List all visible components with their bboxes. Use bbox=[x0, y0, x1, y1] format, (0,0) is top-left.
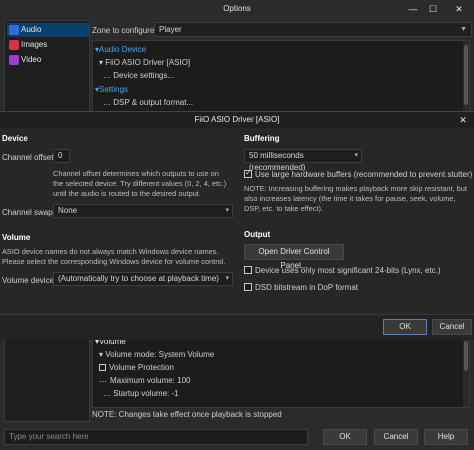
channel-offset-label: Channel offset: bbox=[2, 153, 56, 162]
tree-item-label: Device settings... bbox=[113, 71, 175, 80]
tree-group-audio-device[interactable]: ▾Audio Device bbox=[95, 45, 146, 54]
options-titlebar: Options — ☐ ✕ bbox=[0, 0, 474, 18]
dsd-dop-checkbox[interactable] bbox=[244, 283, 252, 291]
image-icon bbox=[9, 40, 19, 50]
settings-tree-lower: ▾Volume ▾ Volume mode: System Volume Vol… bbox=[92, 338, 470, 408]
maximize-icon[interactable]: ☐ bbox=[422, 0, 444, 18]
cancel-button[interactable]: Cancel bbox=[432, 319, 472, 335]
msb-24bit-checkbox[interactable] bbox=[244, 266, 252, 274]
chevron-down-icon: ▾ bbox=[225, 207, 229, 214]
tree-item-label: Startup volume: -1 bbox=[113, 389, 179, 398]
sidebar-item-label: Video bbox=[21, 55, 42, 64]
cancel-button[interactable]: Cancel bbox=[374, 429, 418, 445]
open-driver-panel-button[interactable]: Open Driver Control Panel... bbox=[244, 244, 344, 270]
tree-line-icon: … bbox=[103, 71, 114, 80]
dialog-title: FiiO ASIO Driver [ASIO] bbox=[194, 115, 280, 124]
tree-line-icon: … bbox=[103, 389, 114, 398]
tree-group-settings[interactable]: ▾Settings bbox=[95, 85, 128, 94]
ok-button[interactable]: OK bbox=[383, 319, 427, 335]
close-icon[interactable]: ✕ bbox=[448, 0, 470, 18]
tree-item-label: Volume mode: System Volume bbox=[105, 350, 215, 359]
output-heading: Output bbox=[244, 230, 271, 239]
sidebar-item-video[interactable]: Video bbox=[7, 53, 89, 67]
chevron-down-icon: ▾ bbox=[225, 275, 229, 282]
channel-offset-input[interactable]: 0 bbox=[53, 149, 70, 163]
asio-settings-dialog: FiiO ASIO Driver [ASIO] ✕ Device Channel… bbox=[0, 111, 474, 340]
tree-scrollbar[interactable] bbox=[463, 41, 469, 115]
options-sidebar-lower bbox=[4, 338, 90, 422]
sidebar-item-label: Audio bbox=[21, 25, 42, 34]
tree-item[interactable]: … DSP & output format... bbox=[103, 98, 193, 107]
volume-device-value: (Automatically try to choose at playback… bbox=[58, 274, 219, 283]
zone-value: Player bbox=[159, 25, 182, 34]
sidebar-item-label: Images bbox=[21, 40, 48, 49]
zone-label: Zone to configure: bbox=[92, 26, 157, 35]
zone-select[interactable]: Player ▼ bbox=[154, 22, 472, 37]
tree-item[interactable]: … Startup volume: -1 bbox=[103, 389, 179, 398]
scrollbar-thumb[interactable] bbox=[464, 45, 468, 105]
tree-line-icon: … bbox=[103, 98, 114, 107]
large-buffers-label: Use large hardware buffers (recommended … bbox=[255, 170, 473, 179]
options-sidebar: Audio Images Video bbox=[4, 20, 90, 116]
dialog-titlebar: FiiO ASIO Driver [ASIO] ✕ bbox=[0, 112, 474, 128]
msb-24bit-label: Device uses only most significant 24-bit… bbox=[255, 266, 441, 275]
tree-item[interactable]: … Device settings... bbox=[103, 71, 174, 80]
help-button[interactable]: Help bbox=[424, 429, 468, 445]
tree-item-label: Volume Protection bbox=[109, 363, 174, 372]
search-input[interactable]: Type your search here bbox=[4, 429, 308, 445]
tree-item[interactable]: ⋯ Maximum volume: 100 bbox=[99, 376, 191, 386]
chevron-down-icon: ▾ bbox=[354, 152, 358, 159]
tree-item[interactable]: ▾ FiiO ASIO Driver [ASIO] bbox=[99, 58, 190, 67]
volume-device-select[interactable]: (Automatically try to choose at playback… bbox=[53, 272, 233, 286]
settings-tree: ▾Audio Device ▾ FiiO ASIO Driver [ASIO] … bbox=[92, 40, 470, 116]
tree-item[interactable]: ▾ Volume mode: System Volume bbox=[99, 350, 214, 359]
tree-item-label: Maximum volume: 100 bbox=[110, 376, 191, 385]
checkbox-icon[interactable] bbox=[99, 364, 106, 371]
buffering-value: 50 milliseconds (recommended) bbox=[249, 151, 306, 172]
checkbox-icon: ⋯ bbox=[99, 377, 107, 386]
music-note-icon bbox=[9, 25, 19, 35]
tree-scrollbar[interactable] bbox=[463, 339, 469, 407]
ok-button[interactable]: OK bbox=[323, 429, 367, 445]
sidebar-item-images[interactable]: Images bbox=[7, 38, 89, 52]
tree-item-label: FiiO ASIO Driver [ASIO] bbox=[105, 58, 191, 67]
channel-swap-select[interactable]: None ▾ bbox=[53, 204, 233, 218]
close-icon[interactable]: ✕ bbox=[452, 111, 474, 129]
tree-item[interactable]: Volume Protection bbox=[99, 363, 174, 372]
channel-offset-help: Channel offset determines which outputs … bbox=[53, 169, 227, 198]
volume-device-label: Volume device: bbox=[2, 276, 57, 285]
volume-heading: Volume bbox=[2, 233, 31, 242]
tree-item-label: DSP & output format... bbox=[113, 98, 194, 107]
buffering-note: NOTE: Increasing buffering makes playbac… bbox=[244, 184, 467, 213]
large-buffers-checkbox[interactable] bbox=[244, 168, 252, 178]
channel-swap-label: Channel swap: bbox=[2, 208, 55, 217]
minimize-icon[interactable]: — bbox=[402, 0, 424, 18]
search-placeholder: Type your search here bbox=[9, 432, 89, 441]
sidebar-item-audio[interactable]: Audio bbox=[7, 23, 89, 37]
video-icon bbox=[9, 55, 19, 65]
chevron-down-icon: ▼ bbox=[460, 26, 467, 33]
volume-help: ASIO device names do not always match Wi… bbox=[2, 247, 226, 266]
dsd-dop-label: DSD bitstream in DoP format bbox=[255, 283, 358, 292]
options-note: NOTE: Changes take effect once playback … bbox=[92, 410, 282, 419]
scrollbar-thumb[interactable] bbox=[464, 341, 468, 371]
channel-swap-value: None bbox=[58, 206, 78, 215]
device-heading: Device bbox=[2, 134, 28, 143]
buffering-select[interactable]: 50 milliseconds (recommended) ▾ bbox=[244, 149, 362, 172]
buffering-heading: Buffering bbox=[244, 134, 280, 143]
